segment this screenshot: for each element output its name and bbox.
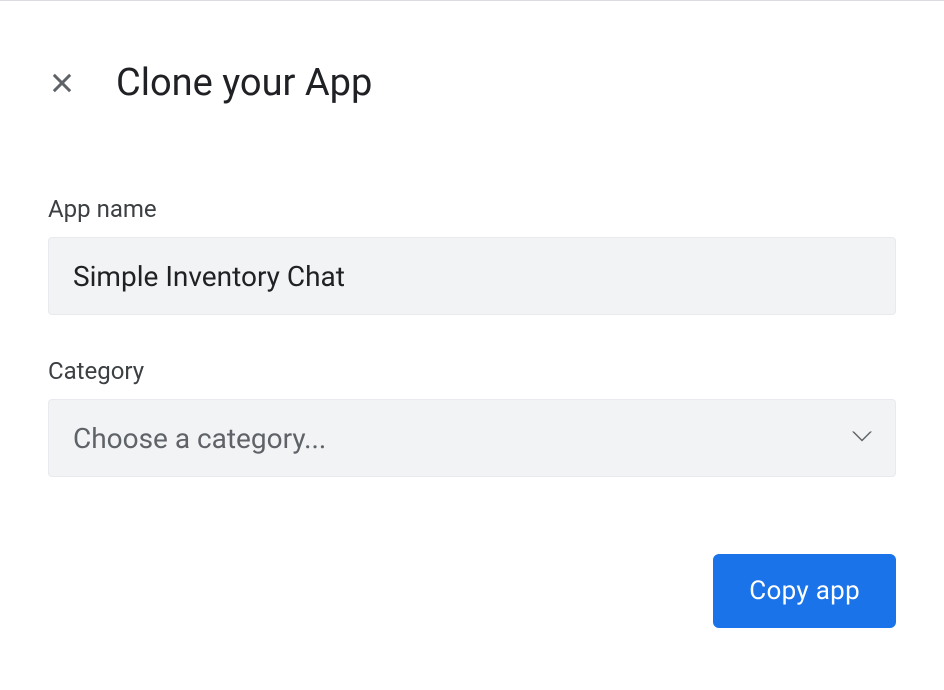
category-label: Category xyxy=(48,357,896,385)
clone-form: App name Category Choose a category... xyxy=(0,105,944,477)
app-name-field-group: App name xyxy=(48,195,896,315)
category-select[interactable]: Choose a category... xyxy=(48,399,896,477)
category-select-wrapper: Choose a category... xyxy=(48,399,896,477)
dialog-header: Clone your App xyxy=(0,1,944,105)
dialog-actions: Copy app xyxy=(0,519,944,628)
app-name-label: App name xyxy=(48,195,896,223)
copy-app-button[interactable]: Copy app xyxy=(713,554,896,628)
category-placeholder: Choose a category... xyxy=(73,422,326,455)
clone-app-dialog: Clone your App App name Category Choose … xyxy=(0,1,944,628)
dialog-title: Clone your App xyxy=(116,61,372,105)
close-icon[interactable] xyxy=(48,69,76,97)
category-field-group: Category Choose a category... xyxy=(48,357,896,477)
app-name-input[interactable] xyxy=(48,237,896,315)
